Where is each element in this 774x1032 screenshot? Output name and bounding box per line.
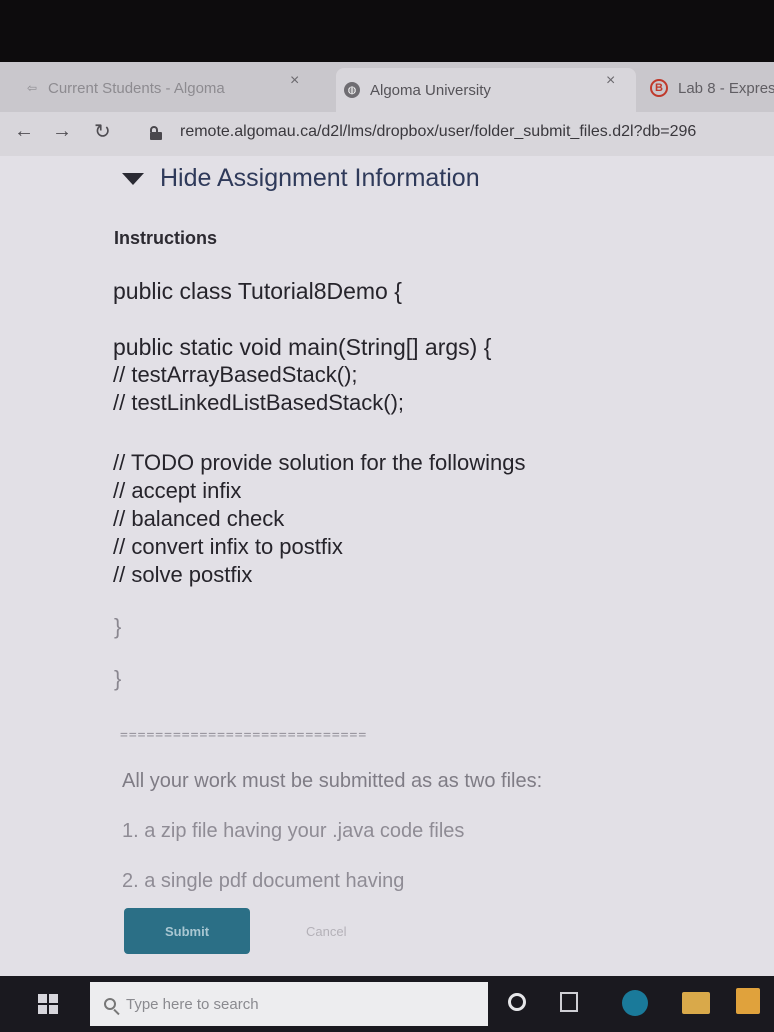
triangle-down-icon — [122, 172, 144, 185]
tab-title: Algoma University — [370, 81, 491, 99]
reload-icon[interactable]: ↻ — [94, 119, 111, 144]
page-content: Hide Assignment Information Instructions… — [0, 156, 774, 976]
cancel-button[interactable]: Cancel — [306, 924, 346, 939]
address-bar-row: ← → ↻ remote.algomau.ca/d2l/lms/dropbox/… — [0, 112, 774, 156]
submit-button[interactable]: Submit — [124, 908, 250, 954]
close-tab-icon[interactable]: × — [290, 72, 299, 90]
code-line-call2: // testLinkedListBasedStack(); — [113, 390, 405, 415]
close-tab-icon[interactable]: × — [606, 72, 615, 90]
search-icon — [104, 998, 116, 1010]
code-line-todo: // TODO provide solution for the followi… — [113, 450, 526, 475]
b-icon: B — [650, 79, 668, 97]
globe-icon: ◍ — [344, 82, 360, 98]
submission-note-item: 1. a zip file having your .java code fil… — [122, 820, 465, 842]
edge-icon[interactable] — [622, 990, 648, 1016]
code-closing-brace: } — [114, 666, 122, 691]
tab-current-students[interactable]: ⇦ Current Students - Algoma — [24, 70, 320, 106]
taskbar-search[interactable]: Type here to search — [90, 982, 488, 1026]
tab-title: Lab 8 - Expres — [678, 79, 774, 97]
hide-assignment-toggle[interactable]: Hide Assignment Information — [122, 164, 480, 193]
instructions-heading: Instructions — [114, 228, 218, 248]
hide-assignment-label: Hide Assignment Information — [160, 164, 480, 192]
search-placeholder: Type here to search — [126, 995, 259, 1013]
code-line-main: public static void main(String[] args) { — [113, 334, 492, 360]
code-line-item1: // accept infix — [113, 478, 242, 503]
tab-title: Current Students - Algoma — [48, 79, 225, 97]
code-closing-brace: } — [114, 614, 122, 639]
browser-window: ⇦ Current Students - Algoma × ◍ Algoma U… — [0, 62, 774, 1032]
separator-rule: ============================ — [120, 728, 368, 743]
tab-algoma-university[interactable]: ◍ Algoma University — [336, 68, 636, 112]
code-line-item3: // convert infix to postfix — [113, 534, 343, 559]
code-line-item2: // balanced check — [113, 506, 285, 531]
tab-lab-8[interactable]: B Lab 8 - Expres — [650, 70, 774, 106]
lock-icon — [150, 126, 162, 140]
windows-taskbar: Type here to search — [0, 976, 774, 1032]
task-view-icon[interactable] — [560, 992, 578, 1012]
file-explorer-icon[interactable] — [682, 992, 710, 1014]
submission-note-item: 2. a single pdf document having — [122, 870, 405, 892]
tab-strip: ⇦ Current Students - Algoma × ◍ Algoma U… — [0, 62, 774, 112]
store-icon[interactable] — [736, 988, 760, 1014]
cortana-icon[interactable] — [508, 993, 526, 1011]
code-line-item4: // solve postfix — [113, 562, 253, 587]
url-field[interactable]: remote.algomau.ca/d2l/lms/dropbox/user/f… — [180, 123, 696, 141]
code-line-call1: // testArrayBasedStack(); — [113, 362, 358, 387]
submission-note: All your work must be submitted as as tw… — [122, 770, 543, 792]
forward-icon[interactable]: → — [52, 120, 72, 143]
code-line-class: public class Tutorial8Demo { — [113, 278, 402, 304]
arrow-icon: ⇦ — [26, 81, 38, 95]
back-icon[interactable]: ← — [14, 120, 34, 143]
windows-start-icon[interactable] — [38, 994, 58, 1014]
